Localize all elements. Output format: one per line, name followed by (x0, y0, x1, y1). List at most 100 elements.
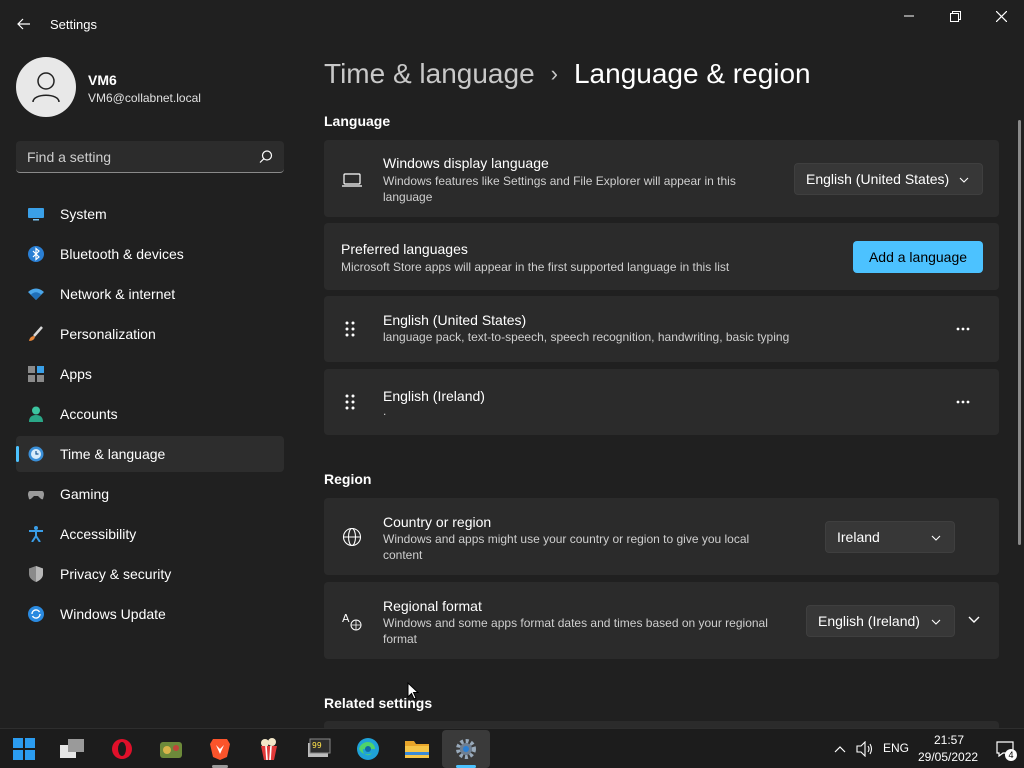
restore-button[interactable] (932, 0, 978, 32)
opera-icon (112, 739, 132, 759)
monitor-icon (28, 208, 44, 221)
card-title: Preferred languages (341, 241, 468, 257)
show-hidden-icons-button[interactable] (826, 735, 854, 763)
chevron-down-icon (959, 177, 969, 183)
card-description: Microsoft Store apps will appear in the … (341, 260, 730, 274)
search-box[interactable] (16, 141, 284, 173)
breadcrumb-parent[interactable]: Time & language (324, 58, 535, 90)
sidebar-item-label: Accounts (60, 406, 118, 422)
language-item[interactable]: English (United States) language pack, t… (324, 296, 999, 362)
avatar[interactable] (16, 57, 76, 117)
taskbar: 99 ENG 21:57 29/05/2022 4 (0, 728, 1024, 768)
more-options-button[interactable] (947, 313, 979, 345)
sidebar-item-privacy[interactable]: Privacy & security (16, 556, 284, 592)
language-features: language pack, text-to-speech, speech re… (383, 330, 790, 344)
add-language-button[interactable]: Add a language (853, 241, 983, 273)
sidebar-item-system[interactable]: System (16, 196, 284, 232)
drag-handle-icon[interactable] (344, 393, 356, 411)
back-button[interactable] (10, 12, 38, 36)
svg-text:99: 99 (312, 741, 322, 750)
language-item[interactable]: English (Ireland) . (324, 369, 999, 435)
drag-handle-icon[interactable] (344, 320, 356, 338)
expand-chevron-icon[interactable] (967, 615, 981, 625)
sidebar-item-label: Personalization (60, 326, 156, 342)
gear-icon (456, 739, 476, 759)
terminal-taskbar-button[interactable]: 99 (305, 735, 333, 763)
update-icon (28, 606, 44, 622)
user-icon (32, 72, 60, 103)
restore-icon (949, 10, 961, 22)
task-view-button[interactable] (58, 735, 86, 763)
country-region-card: Country or region Windows and apps might… (324, 498, 999, 575)
sidebar-item-label: Windows Update (60, 606, 166, 622)
popcorn-taskbar-button[interactable] (255, 735, 283, 763)
title-bar: Settings (0, 0, 1024, 48)
dropdown-value: Ireland (837, 529, 880, 545)
edge-icon (357, 738, 379, 760)
dropdown-value: English (United States) (806, 171, 950, 187)
user-name: VM6 (88, 72, 117, 88)
breadcrumb: Time & language › Language & region (324, 58, 811, 90)
sidebar-item-accessibility[interactable]: Accessibility (16, 516, 284, 552)
section-heading-region: Region (324, 471, 372, 487)
more-icon (956, 400, 970, 404)
edge-taskbar-button[interactable] (354, 735, 382, 763)
sidebar-item-personalization[interactable]: Personalization (16, 316, 284, 352)
sidebar-item-label: Privacy & security (60, 566, 172, 582)
scrollbar[interactable] (1018, 120, 1021, 545)
sidebar-item-gaming[interactable]: Gaming (16, 476, 284, 512)
notifications-button[interactable]: 4 (990, 735, 1020, 763)
back-arrow-icon (17, 18, 30, 30)
sidebar-item-label: Apps (60, 366, 92, 382)
sidebar-item-windows-update[interactable]: Windows Update (16, 596, 284, 632)
input-language-indicator[interactable]: ENG (883, 741, 909, 755)
notification-count-badge: 4 (1005, 749, 1017, 761)
search-icon[interactable] (258, 149, 274, 165)
sidebar-item-label: System (60, 206, 107, 222)
file-explorer-taskbar-button[interactable] (403, 735, 431, 763)
sidebar-item-bluetooth[interactable]: Bluetooth & devices (16, 236, 284, 272)
sidebar-item-network[interactable]: Network & internet (16, 276, 284, 312)
speaker-icon (856, 741, 873, 757)
sidebar-item-time-language[interactable]: Time & language (16, 436, 284, 472)
sidebar-item-label: Network & internet (60, 286, 176, 302)
shield-icon (29, 566, 43, 582)
card-description: Windows and some apps format dates and t… (383, 616, 768, 646)
minimize-button[interactable] (886, 0, 932, 32)
country-dropdown[interactable]: Ireland (825, 521, 955, 553)
page-title: Language & region (573, 58, 811, 89)
regional-format-icon: A (342, 612, 362, 631)
dropdown-value: English (Ireland) (818, 613, 920, 629)
laptop-icon (342, 173, 362, 187)
close-button[interactable] (978, 0, 1024, 32)
clock-date[interactable]: 29/05/2022 (918, 750, 978, 764)
gamepad-icon (28, 491, 44, 500)
opera-taskbar-button[interactable] (108, 735, 136, 763)
settings-taskbar-button[interactable] (452, 735, 480, 763)
language-features: . (383, 404, 387, 418)
display-language-dropdown[interactable]: English (United States) (794, 163, 983, 195)
game-app-taskbar-button[interactable] (157, 735, 185, 763)
brave-icon (210, 739, 230, 760)
display-language-card: Windows display language Windows feature… (324, 140, 999, 217)
sidebar-item-apps[interactable]: Apps (16, 356, 284, 392)
section-heading-language: Language (324, 113, 391, 129)
regional-format-dropdown[interactable]: English (Ireland) (806, 605, 955, 637)
regional-format-card[interactable]: A Regional format Windows and some apps … (324, 582, 999, 659)
more-icon (956, 327, 970, 331)
sidebar-item-accounts[interactable]: Accounts (16, 396, 284, 432)
game-app-icon (160, 742, 182, 758)
brave-taskbar-button[interactable] (206, 735, 234, 763)
start-button[interactable] (10, 735, 38, 763)
card-description: Windows and apps might use your country … (383, 532, 750, 562)
card-description: Windows features like Settings and File … (383, 174, 736, 204)
clock-time[interactable]: 21:57 (934, 733, 964, 747)
accessibility-icon (29, 526, 43, 542)
chevron-down-icon (931, 619, 941, 625)
search-input[interactable] (16, 141, 252, 172)
breadcrumb-separator: › (550, 61, 558, 86)
more-options-button[interactable] (947, 386, 979, 418)
wifi-icon (28, 288, 44, 300)
volume-button[interactable] (851, 735, 879, 763)
svg-text:A: A (342, 612, 350, 625)
